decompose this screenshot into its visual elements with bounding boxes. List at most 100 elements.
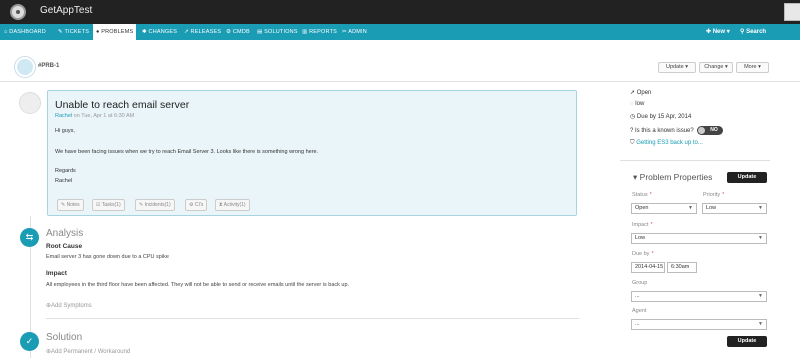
- related-change-link[interactable]: ⛉ Getting ES3 back up to...: [630, 140, 703, 147]
- chevron-down-icon: ▼: [758, 235, 763, 241]
- question-icon: ?: [630, 128, 634, 135]
- analysis-icon: ⇆: [20, 228, 39, 247]
- agent-label: Agent: [632, 308, 647, 314]
- nav-admin[interactable]: ✂ ADMIN: [342, 24, 367, 40]
- priority-summary-value: low: [635, 101, 645, 107]
- new-button[interactable]: ✚ New ▾: [706, 24, 730, 40]
- app-name: GetAppTest: [40, 5, 93, 16]
- tab-cis-label: CI's: [194, 202, 204, 208]
- status-select[interactable]: Open ▼: [631, 203, 697, 214]
- solution-icon: ✓: [20, 332, 39, 351]
- impact-select[interactable]: Low ▼: [631, 233, 767, 244]
- problem-greeting: Hi guys,: [55, 128, 75, 134]
- user-avatar[interactable]: [784, 3, 800, 21]
- due-summary-value: Due by 15 Apr, 2014: [636, 114, 692, 120]
- section-divider: [46, 318, 579, 319]
- chevron-down-icon: ▼: [758, 321, 763, 327]
- due-date-input[interactable]: 2014-04-15: [631, 262, 665, 273]
- nav-solutions[interactable]: ▤ SOLUTIONS: [257, 24, 298, 40]
- impact-select-value: Low: [635, 235, 646, 241]
- nav-problems-label: PROBLEMS: [101, 29, 134, 35]
- nav-dashboard-label: DASHBOARD: [9, 29, 46, 35]
- status-summary: ➚ Open: [630, 89, 651, 96]
- nav-solutions-label: SOLUTIONS: [264, 29, 298, 35]
- impact-field-label: Impact *: [632, 222, 653, 228]
- update-dropdown-label: Update: [665, 64, 684, 70]
- due-label: Due by *: [632, 251, 654, 257]
- page-header: [0, 40, 800, 82]
- add-permanent-link[interactable]: ⊕Add Permanent / Workaround: [46, 348, 130, 355]
- priority-select-value: Low: [706, 205, 717, 211]
- priority-icon: ○: [630, 101, 634, 107]
- more-dropdown-button[interactable]: More ▾: [736, 62, 769, 73]
- shield-icon: ⛉: [630, 140, 635, 146]
- due-label-text: Due by: [632, 251, 650, 257]
- problem-meta: Rachel on Tue, Apr 1 at 6:30 AM: [55, 113, 134, 119]
- problem-signoff: Regards: [55, 168, 76, 174]
- problem-body: We have been facing issues when we try t…: [55, 149, 319, 155]
- nav-changes-label: CHANGES: [148, 29, 178, 35]
- root-cause-label: Root Cause: [46, 243, 83, 250]
- nav-tickets-label: TICKETS: [64, 29, 90, 35]
- known-issue-toggle[interactable]: NO: [696, 126, 723, 135]
- problem-id: #PRB-1: [38, 63, 60, 69]
- impact-label: Impact: [46, 270, 67, 277]
- new-button-label: New: [712, 29, 726, 35]
- nav-problems[interactable]: ● PROBLEMS: [93, 24, 137, 40]
- agent-select[interactable]: ... ▼: [631, 319, 767, 330]
- search-button[interactable]: ⚲ Search: [740, 24, 766, 40]
- nav-releases[interactable]: ↗ RELEASES: [184, 24, 221, 40]
- tab-activity[interactable]: ⧗ Activity(1): [215, 199, 250, 211]
- more-dropdown-label: More: [744, 64, 757, 70]
- priority-label: Priority *: [703, 192, 725, 198]
- add-symptoms-label: Add Symptoms: [51, 303, 92, 309]
- requester-avatar: [19, 92, 41, 114]
- caret-down-icon: ▾: [633, 172, 638, 182]
- change-dropdown-button[interactable]: Change ▾: [699, 62, 733, 73]
- nav-releases-label: RELEASES: [190, 29, 222, 35]
- search-label: Search: [746, 29, 767, 35]
- change-dropdown-label: Change: [704, 64, 724, 70]
- nav-tickets[interactable]: ✎ TICKETS: [58, 24, 89, 40]
- solution-title: Solution: [46, 332, 83, 343]
- known-issue-row: ? Is this a known issue? NO: [630, 126, 723, 135]
- status-select-value: Open: [635, 205, 649, 211]
- top-bar: [0, 0, 800, 24]
- tab-notes[interactable]: ✎ Notes: [57, 199, 84, 211]
- tab-incidents[interactable]: ✎ Incidents(1): [135, 199, 175, 211]
- nav-reports[interactable]: ▥ REPORTS: [302, 24, 337, 40]
- properties-title-label: Problem Properties: [639, 172, 713, 182]
- problem-date: on Tue, Apr 1 at 6:30 AM: [72, 113, 135, 119]
- priority-select[interactable]: Low ▼: [702, 203, 767, 214]
- known-issue-value: NO: [710, 127, 718, 133]
- tab-tasks[interactable]: ☑ Tasks(1): [92, 199, 125, 211]
- impact-value: All employees in the third floor have be…: [46, 282, 350, 288]
- add-symptoms-link[interactable]: ⊕Add Symptoms: [46, 302, 92, 309]
- due-time-input[interactable]: 6:30am: [667, 262, 697, 273]
- due-summary: ◷ Due by 15 Apr, 2014: [630, 113, 691, 120]
- nav-admin-label: ADMIN: [348, 29, 367, 35]
- tab-notes-label: Notes: [66, 202, 80, 208]
- properties-update-button[interactable]: Update: [727, 172, 767, 183]
- author-link[interactable]: Rachel: [55, 113, 72, 119]
- properties-update-bottom-button[interactable]: Update: [727, 336, 767, 347]
- update-dropdown-button[interactable]: Update ▾: [658, 62, 696, 73]
- nav-dashboard[interactable]: ⌂ DASHBOARD: [4, 24, 46, 40]
- agent-select-value: ...: [635, 321, 640, 327]
- status-label-text: Status: [632, 192, 648, 198]
- app-logo-icon[interactable]: [10, 4, 26, 20]
- tab-cis[interactable]: ⚙ CI's: [185, 199, 208, 211]
- group-label: Group: [632, 280, 648, 286]
- clock-icon: ◷: [630, 114, 636, 120]
- chevron-down-icon: ▼: [688, 205, 693, 211]
- impact-field-label-text: Impact: [632, 222, 649, 228]
- related-change-label: Getting ES3 back up to...: [636, 140, 703, 146]
- nav-cmdb[interactable]: ⚙ CMDB: [226, 24, 250, 40]
- main-nav: ⌂ DASHBOARD ✎ TICKETS ● PROBLEMS ✱ CHANG…: [0, 24, 800, 40]
- tab-activity-label: Activity(1): [223, 202, 246, 208]
- group-select[interactable]: ... ▼: [631, 291, 767, 302]
- properties-title[interactable]: ▾ Problem Properties: [633, 172, 712, 183]
- nav-reports-label: REPORTS: [309, 29, 338, 35]
- nav-changes[interactable]: ✱ CHANGES: [142, 24, 177, 40]
- tab-tasks-label: Tasks(1): [101, 202, 121, 208]
